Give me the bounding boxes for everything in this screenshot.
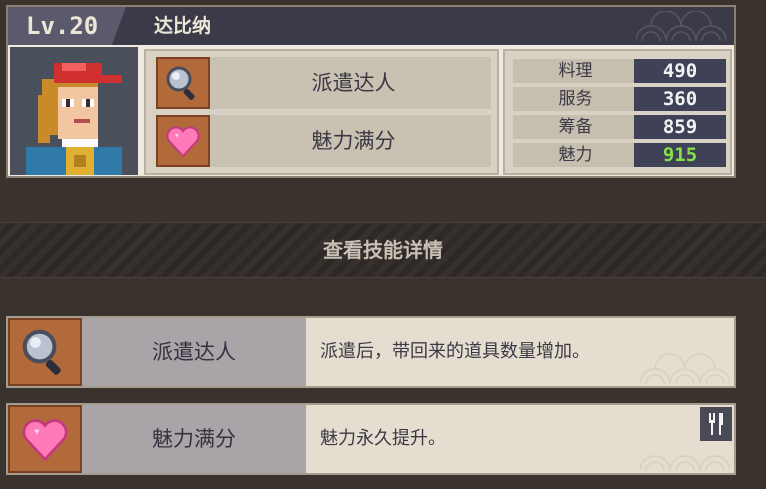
trait-row[interactable]: 派遣达人 <box>156 57 491 109</box>
skill-icon-tile <box>8 318 82 386</box>
stat-value: 915 <box>634 143 726 167</box>
stat-name: 魅力 <box>558 145 593 165</box>
stat-row: 服务 360 <box>513 87 726 111</box>
trait-icon-tile <box>156 115 210 167</box>
skill-row[interactable]: 派遣达人 派遣后，带回来的道具数量增加。 <box>6 316 736 388</box>
character-card: Lv.20 达比纳 派遣达人 魅力满分 料理 490 服务 360 筹备 859… <box>6 5 736 178</box>
fork-knife-icon <box>700 407 732 441</box>
trait-row[interactable]: 魅力满分 <box>156 115 491 167</box>
wave-pattern-icon <box>636 11 726 41</box>
magnifier-icon <box>22 329 61 375</box>
wave-pattern-icon <box>640 455 730 471</box>
character-avatar-icon <box>10 47 138 175</box>
character-portrait <box>10 47 138 175</box>
wave-pattern-icon <box>640 353 730 384</box>
skill-name: 派遣达人 <box>82 318 306 386</box>
card-header: Lv.20 达比纳 <box>8 7 734 45</box>
stat-row: 魅力 915 <box>513 143 726 167</box>
stat-value: 859 <box>634 115 726 139</box>
skill-icon-tile <box>8 405 82 473</box>
stat-name: 筹备 <box>558 117 593 137</box>
trait-label: 魅力满分 <box>311 129 396 153</box>
section-divider: 查看技能详情 <box>0 222 766 278</box>
trait-label: 派遣达人 <box>311 71 396 95</box>
trait-panel: 派遣达人 魅力满分 <box>144 49 499 175</box>
stats-panel: 料理 490 服务 360 筹备 859 魅力 915 <box>503 49 732 175</box>
trait-icon-tile <box>156 57 210 109</box>
fork-knife-glyph-icon <box>709 413 723 435</box>
stat-row: 筹备 859 <box>513 115 726 139</box>
stat-name: 服务 <box>558 89 593 109</box>
section-title: 查看技能详情 <box>323 238 443 262</box>
stat-value: 360 <box>634 87 726 111</box>
heart-icon <box>22 419 68 462</box>
skill-row[interactable]: 魅力满分 魅力永久提升。 <box>6 403 736 475</box>
level-badge: Lv.20 <box>8 7 126 45</box>
skill-name: 魅力满分 <box>82 405 306 473</box>
magnifier-icon <box>166 66 195 100</box>
heart-icon <box>166 126 200 158</box>
stat-row: 料理 490 <box>513 59 726 83</box>
stat-name: 料理 <box>558 61 593 81</box>
character-name: 达比纳 <box>154 15 212 37</box>
stat-value: 490 <box>634 59 726 83</box>
